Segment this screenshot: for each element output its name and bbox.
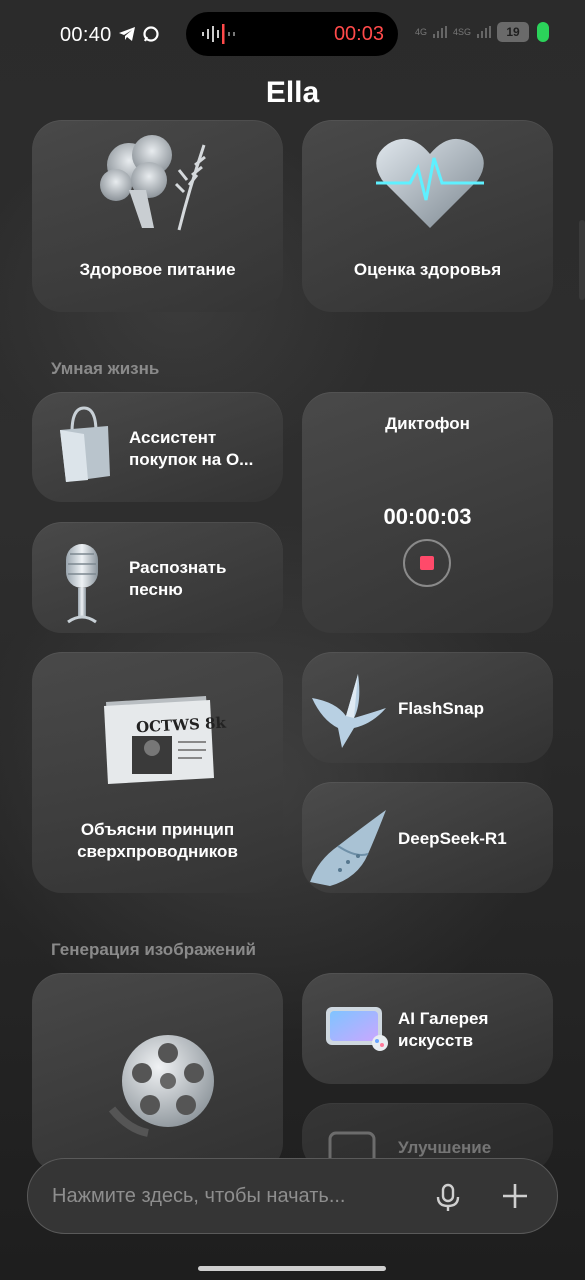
prompt-input-placeholder[interactable]: Нажмите здесь, чтобы начать... [52, 1185, 346, 1208]
recording-island[interactable]: 00:03 [186, 12, 398, 56]
film-reel-icon [108, 1035, 214, 1137]
page-title: Ella [265, 76, 320, 109]
prompt-input-bar[interactable]: Нажмите здесь, чтобы начать... [27, 1158, 558, 1234]
card-health-assessment[interactable]: Оценка здоровья [302, 120, 553, 312]
status-bar: 00:40 00:03 4G 4SG 19 [0, 0, 585, 70]
card-song-line1: Распознать [129, 558, 227, 577]
add-attachment-icon[interactable] [500, 1181, 530, 1211]
signal-icon [432, 26, 447, 38]
card-deepseek-label: DeepSeek-R1 [398, 829, 507, 848]
card-health-assessment-label: Оценка здоровья [353, 260, 502, 279]
card-flashsnap[interactable]: FlashSnap [302, 652, 553, 763]
recording-time: 00:03 [333, 23, 384, 45]
card-gallery-line1: AI Галерея [398, 1009, 489, 1028]
stop-record-button[interactable] [403, 539, 451, 587]
status-time: 00:40 [60, 24, 112, 46]
voice-wave-icon [202, 24, 235, 44]
signal-icon-2 [477, 26, 491, 38]
card-shopping-assistant[interactable]: Ассистент покупок на О... [32, 392, 283, 502]
signal-label-2: 4SG [452, 27, 471, 37]
card-flashsnap-label: FlashSnap [398, 699, 484, 718]
shopping-bag-icon [60, 406, 110, 482]
section-title-smart-life: Умная жизнь [51, 359, 160, 378]
card-dictaphone[interactable]: Диктофон 00:00:03 [302, 392, 553, 633]
home-indicator[interactable] [198, 1266, 386, 1271]
card-ai-gallery[interactable]: AI Галерея искусств [302, 973, 553, 1084]
status-app-icons [118, 25, 160, 43]
signal-label-1: 4G [414, 27, 427, 37]
chat-bubble-icon [143, 26, 159, 42]
card-deepseek[interactable]: DeepSeek-R1 [302, 782, 553, 893]
card-gallery-line2: искусств [398, 1031, 474, 1050]
heart-pulse-icon [376, 138, 484, 228]
charging-indicator [537, 22, 549, 42]
card-shopping-line2: покупок на О... [129, 450, 254, 469]
stop-record-icon [420, 556, 434, 570]
card-explain-superconductors[interactable]: OCTWS 8k Объясни принцип сверхпроводнико… [32, 652, 283, 893]
dictaphone-timer: 00:00:03 [383, 504, 472, 529]
card-recognize-song[interactable]: Распознать песню [32, 522, 283, 633]
bird-icon [312, 674, 386, 748]
card-dictaphone-label: Диктофон [385, 414, 470, 433]
scroll-indicator[interactable] [579, 220, 585, 300]
section-title-image-gen: Генерация изображений [51, 940, 256, 959]
microphone-icon [66, 544, 98, 624]
newspaper-icon [104, 696, 214, 784]
battery-level: 19 [497, 22, 529, 42]
broccoli-icon [100, 135, 206, 231]
card-song-line2: песню [129, 580, 183, 599]
voice-input-icon[interactable] [434, 1183, 462, 1213]
card-shopping-line1: Ассистент [129, 428, 217, 447]
gallery-icon [326, 1007, 388, 1051]
card-explain-line1: Объясни принцип [80, 820, 235, 839]
network-indicators: 4G 4SG 19 [415, 22, 549, 42]
card-healthy-food-label: Здоровое питание [79, 260, 236, 279]
card-healthy-food[interactable]: Здоровое питание [32, 120, 283, 312]
telegram-icon [119, 27, 135, 41]
card-explain-line2: сверхпроводников [77, 842, 238, 861]
card-video-generation[interactable] [32, 973, 283, 1173]
card-enhance-label: Улучшение [398, 1138, 492, 1157]
whale-icon [310, 810, 386, 886]
